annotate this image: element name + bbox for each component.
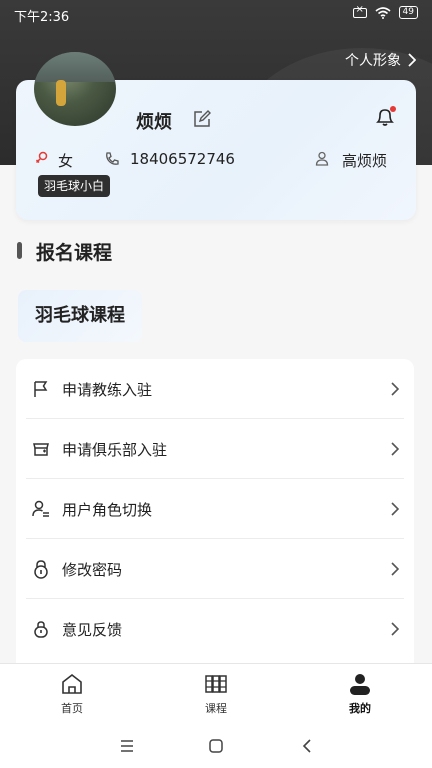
section-title: 报名课程 — [36, 242, 113, 264]
avatar[interactable] — [34, 52, 116, 126]
tab-label: 首页 — [61, 702, 83, 715]
personal-image-label: 个人形象 — [345, 53, 401, 69]
lock-icon — [34, 560, 48, 579]
notification-dot — [390, 106, 396, 112]
chevron-right-icon — [391, 502, 400, 516]
status-time: 下午2:36 — [14, 10, 70, 25]
tab-label: 课程 — [205, 702, 227, 715]
battery-indicator: 49 — [398, 6, 418, 19]
chevron-right-icon — [391, 382, 400, 396]
settings-menu: 申请教练入驻 申请俱乐部入驻 用户角色切换 修改密码 意见反馈 — [16, 359, 414, 679]
menu-label: 申请俱乐部入驻 — [62, 440, 168, 459]
gender-value: 女 — [58, 152, 74, 170]
menu-item-apply-club[interactable]: 申请俱乐部入驻 — [16, 419, 414, 479]
books-icon — [205, 675, 227, 693]
tab-courses[interactable]: 课程 — [171, 672, 261, 722]
menu-label: 申请教练入驻 — [62, 380, 153, 399]
phone-number: 18406572746 — [130, 150, 235, 168]
username: 烦烦 — [136, 112, 172, 133]
profile-icon — [350, 674, 370, 695]
wifi-icon — [375, 6, 391, 19]
flag-icon — [34, 381, 48, 397]
back-icon[interactable] — [298, 737, 316, 755]
status-bar: 下午2:36 49 — [0, 0, 432, 28]
menu-label: 修改密码 — [62, 560, 123, 579]
chevron-right-icon — [391, 622, 400, 636]
tab-label: 我的 — [349, 702, 371, 715]
menu-label: 用户角色切换 — [62, 500, 153, 519]
edit-icon[interactable] — [193, 110, 211, 128]
tab-home[interactable]: 首页 — [27, 672, 117, 722]
feedback-icon — [34, 621, 48, 638]
tab-profile[interactable]: 我的 — [315, 672, 405, 722]
menu-label: 意见反馈 — [62, 620, 123, 639]
chevron-right-icon — [391, 562, 400, 576]
menu-item-apply-coach[interactable]: 申请教练入驻 — [16, 359, 414, 419]
menu-icon[interactable] — [118, 737, 136, 755]
course-tag[interactable]: 羽毛球课程 — [18, 290, 142, 342]
home-square-icon[interactable] — [207, 737, 225, 755]
female-gender-icon — [35, 151, 48, 164]
menu-item-feedback[interactable]: 意见反馈 — [16, 599, 414, 659]
level-badge: 羽毛球小白 — [38, 175, 111, 197]
bottom-tab-bar: 首页 课程 我的 — [0, 663, 432, 725]
system-navigation-bar — [0, 725, 432, 768]
real-name: 高烦烦 — [342, 152, 388, 170]
sim-icon — [352, 4, 367, 18]
menu-item-switch-role[interactable]: 用户角色切换 — [16, 479, 414, 539]
phone-icon — [106, 152, 119, 165]
person-icon — [315, 151, 329, 166]
user-switch-icon — [32, 500, 49, 517]
status-icons: 49 — [352, 4, 418, 19]
menu-item-change-password[interactable]: 修改密码 — [16, 539, 414, 599]
chevron-right-icon — [408, 53, 416, 67]
home-icon — [62, 673, 82, 694]
store-icon — [33, 443, 49, 456]
section-marker — [17, 242, 22, 259]
chevron-right-icon — [391, 442, 400, 456]
personal-image-link[interactable]: 个人形象 — [345, 50, 416, 70]
